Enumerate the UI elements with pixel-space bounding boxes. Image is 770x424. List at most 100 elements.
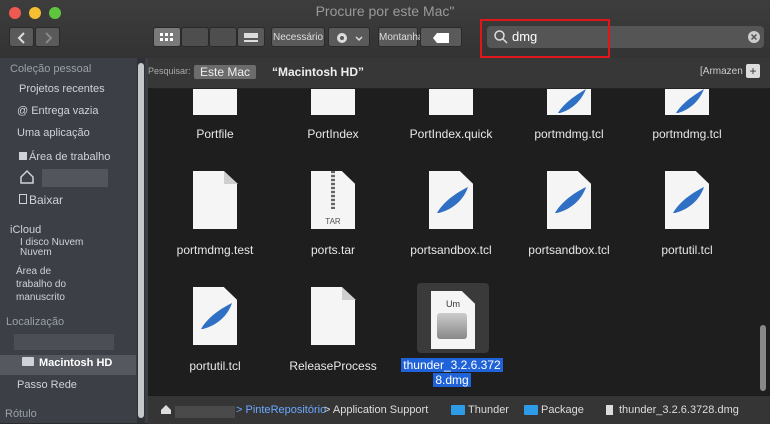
sidebar-item-desktop[interactable]: Área de trabalho — [19, 151, 110, 163]
file-item[interactable]: portutil.tcl — [628, 171, 746, 261]
file-name: Portfile — [196, 127, 234, 141]
gallery-icon — [244, 33, 258, 42]
chevron-down-icon — [355, 36, 363, 42]
path-segment-package-label: Package — [541, 404, 584, 416]
file-name: PortIndex.quick — [409, 127, 493, 141]
forward-button[interactable] — [35, 27, 60, 47]
file-item[interactable]: portutil.tcl — [156, 287, 274, 377]
sidebar-item-desktop-label: Área de trabalho — [29, 151, 111, 163]
file-item[interactable]: ReleaseProcess — [274, 287, 392, 377]
path-segment-application-support-label: > Application Support — [324, 404, 429, 416]
clear-search-icon[interactable] — [747, 30, 761, 44]
add-criteria-button[interactable]: + — [746, 64, 760, 78]
sidebar-section-personal: Coleção pessoal — [10, 63, 92, 75]
search-scope-label: Pesquisar: — [148, 66, 191, 76]
desktop-icon — [19, 152, 27, 160]
scope-this-mac-button[interactable]: Este Mac — [194, 65, 257, 79]
downloads-icon — [19, 194, 27, 204]
document-icon — [429, 89, 473, 115]
file-item[interactable]: Portfile — [156, 89, 274, 149]
file-item[interactable]: PortIndex — [274, 89, 392, 149]
edit-tags-button[interactable] — [420, 27, 462, 47]
blurred-device-name — [14, 334, 114, 350]
grid-icon — [160, 33, 173, 41]
list-view-button[interactable] — [181, 27, 209, 47]
selected-file-name-line1: thunder_3.2.6.372 — [401, 358, 503, 372]
path-segment-thunder-label: Thunder — [468, 404, 509, 416]
group-button[interactable]: Necessário — [271, 27, 325, 47]
feather-icon — [555, 187, 586, 213]
hard-drive-icon — [437, 313, 467, 339]
back-button[interactable] — [9, 27, 34, 47]
icon-view-button[interactable] — [153, 27, 181, 47]
sidebar-section-locations: Localização — [6, 316, 65, 328]
chevron-left-icon — [17, 32, 25, 44]
sidebar-item-network[interactable]: Passo Rede — [17, 379, 77, 391]
folder-icon — [451, 405, 465, 416]
file-grid: Portfile PortIndex PortIndex.quick portm… — [148, 89, 770, 395]
zipper-icon — [331, 171, 335, 209]
file-name: portmdmg.test — [176, 243, 254, 257]
file-name: portutil.tcl — [661, 243, 713, 257]
file-item[interactable]: portsandbox.tcl — [392, 171, 510, 261]
scope-macintosh-button[interactable]: “Macintosh HD” — [272, 65, 364, 79]
path-home[interactable] — [160, 404, 236, 419]
action-menu-button[interactable] — [328, 27, 370, 47]
sidebar-item-applications[interactable]: Uma aplicação — [17, 127, 90, 139]
sidebar-section-tags: Rótulo — [5, 408, 37, 420]
column-view-button[interactable] — [209, 27, 237, 47]
file-name: portmdmg.tcl — [652, 127, 722, 141]
path-segment-application-support[interactable]: > Application Support — [324, 404, 428, 416]
path-segment-library[interactable]: > PinteRepositório — [236, 404, 326, 416]
selected-file-name: thunder_3.2.6.372 8.dmg — [398, 358, 506, 388]
path-segment-package[interactable]: Package — [524, 404, 584, 416]
window-title: Procure por este Mac" — [315, 3, 455, 19]
folder-icon — [524, 405, 538, 416]
path-segment-file-label: thunder_3.2.6.3728.dmg — [619, 404, 739, 416]
sidebar-item-desktop-docs[interactable]: Área de trabalho do manuscrito — [16, 265, 66, 304]
file-item[interactable]: PortIndex.quick — [392, 89, 510, 149]
sidebar-item-downloads-label: Baixar — [29, 193, 64, 207]
sidebar-item-macintosh-label: Macintosh HD — [39, 357, 113, 369]
document-icon — [193, 89, 237, 115]
file-name: portsandbox.tcl — [528, 243, 610, 257]
gallery-view-button[interactable] — [237, 27, 265, 47]
sidebar-item-airdrop[interactable]: @ Entrega vazia — [17, 105, 99, 117]
file-item[interactable]: portmdmg.tcl — [628, 89, 746, 149]
sidebar: Coleção pessoal Projetos recentes @ Entr… — [0, 58, 148, 423]
sidebar-item-downloads[interactable]: Baixar — [19, 193, 63, 207]
blurred-username — [42, 169, 109, 187]
path-segment-file[interactable]: thunder_3.2.6.3728.dmg — [606, 404, 739, 416]
content-scrollbar[interactable] — [760, 325, 766, 391]
search-scope-bar: Pesquisar: Este Mac “Macintosh HD” [Arma… — [148, 58, 770, 89]
page-fold — [342, 287, 356, 300]
sidebar-item-device[interactable] — [14, 334, 114, 353]
sidebar-item-home[interactable] — [19, 169, 109, 188]
sidebar-scrollbar[interactable] — [138, 63, 144, 418]
home-icon — [161, 405, 171, 414]
file-name: portutil.tcl — [189, 359, 241, 373]
path-segment-thunder[interactable]: Thunder — [451, 404, 509, 416]
file-name: PortIndex — [307, 127, 359, 141]
document-icon — [606, 405, 613, 416]
document-icon — [311, 89, 355, 115]
file-item[interactable]: portsandbox.tcl — [510, 171, 628, 261]
feather-icon — [673, 187, 704, 213]
file-item[interactable]: portmdmg.tcl — [510, 89, 628, 149]
save-search-button[interactable]: [Armazen — [700, 66, 743, 77]
file-item[interactable]: portmdmg.test — [156, 171, 274, 261]
file-name: portmdmg.tcl — [534, 127, 604, 141]
path-segment-library-label: > Pinte — [236, 404, 271, 416]
sidebar-item-icloud-drive[interactable]: I disco Nuvem Nuvem — [20, 238, 83, 258]
tar-badge: TAR — [325, 217, 341, 226]
home-icon — [20, 169, 34, 184]
feather-icon — [558, 89, 586, 113]
file-name: ports.tar — [310, 243, 355, 257]
feather-icon — [437, 187, 468, 213]
toolbar: Procure por este Mac" Necessário Montanh… — [0, 0, 770, 59]
sidebar-item-recents[interactable]: Projetos recentes — [19, 83, 105, 95]
sidebar-item-macintosh-hd[interactable]: Macintosh HD — [22, 357, 112, 369]
tags-button[interactable]: Montanha — [378, 27, 423, 47]
file-item[interactable]: TAR ports.tar — [274, 171, 392, 261]
file-item-selected[interactable]: Um thunder_3.2.6.372 8.dmg — [392, 283, 510, 393]
